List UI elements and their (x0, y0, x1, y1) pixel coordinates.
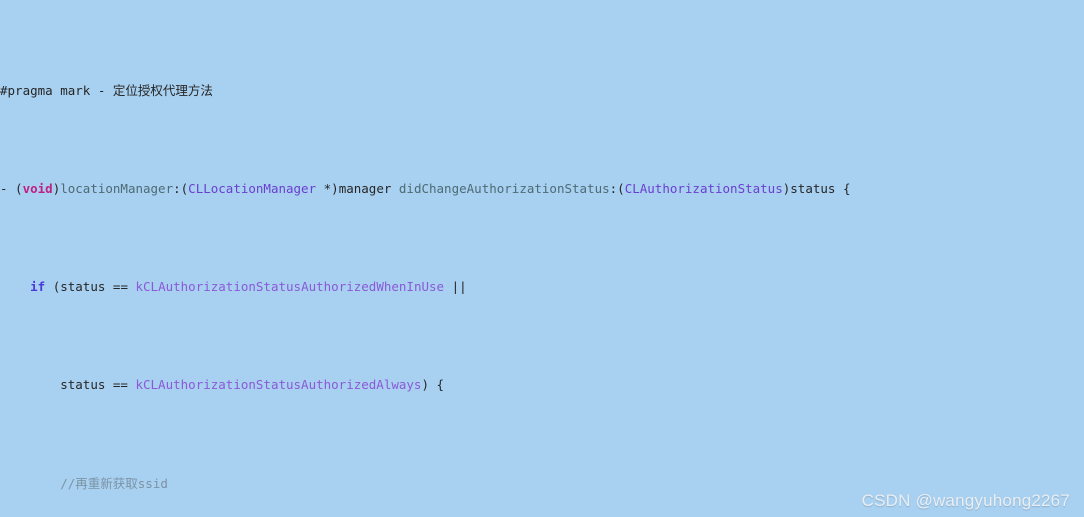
param-status: status (60, 377, 106, 393)
csdn-watermark: CSDN @wangyuhong2267 (861, 491, 1070, 511)
code-text: ( (45, 279, 61, 295)
comment-ssid: //再重新获取ssid (60, 475, 168, 491)
code-editor-content[interactable]: #pragma mark - 定位授权代理方法 - (void)location… (0, 0, 1084, 517)
code-line[interactable]: if (status == kCLAuthorizationStatusAuth… (0, 277, 1084, 297)
keyword-void: void (22, 180, 53, 196)
type-clauthorizationstatus: CLAuthorizationStatus (624, 180, 783, 196)
keyword-if: if (30, 279, 46, 295)
method-locationmanager: locationManager (60, 180, 174, 196)
pragma-title: 定位授权代理方法 (112, 82, 213, 98)
const-always: kCLAuthorizationStatusAuthorizedAlways (135, 377, 422, 393)
code-text: :( (609, 180, 625, 196)
type-cllocationmanager: CLLocationManager (188, 180, 317, 196)
code-text: == (105, 279, 136, 295)
code-text: - (90, 82, 113, 98)
method-didchangeauth: didChangeAuthorizationStatus (398, 180, 610, 196)
code-text: - ( (0, 180, 23, 196)
code-text: ) { (421, 377, 445, 393)
code-line[interactable]: #pragma mark - 定位授权代理方法 (0, 81, 1084, 101)
code-text: *) (316, 180, 339, 196)
pragma-directive: #pragma mark (0, 82, 91, 98)
code-text: == (105, 377, 136, 393)
code-text: || (444, 279, 467, 295)
param-status: status (790, 180, 836, 196)
code-text: :( (173, 180, 189, 196)
code-line[interactable]: - (void)locationManager:(CLLocationManag… (0, 179, 1084, 199)
param-manager: manager (338, 180, 392, 196)
code-editor-screenshot: #pragma mark - 定位授权代理方法 - (void)location… (0, 0, 1084, 517)
code-text: { (835, 180, 851, 196)
const-whenInUse: kCLAuthorizationStatusAuthorizedWhenInUs… (135, 279, 445, 295)
code-line[interactable]: status == kCLAuthorizationStatusAuthoriz… (0, 375, 1084, 395)
param-status: status (60, 279, 106, 295)
